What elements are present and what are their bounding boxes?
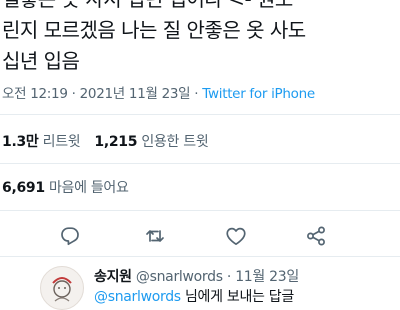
share-icon[interactable] bbox=[304, 224, 328, 248]
reply-tweet[interactable]: 송지원 @snarlwords · 11월 23일 @snarlwords 님에… bbox=[0, 262, 400, 310]
reply-icon[interactable] bbox=[58, 224, 82, 248]
reply-header: 송지원 @snarlwords · 11월 23일 bbox=[94, 266, 299, 286]
divider bbox=[0, 256, 400, 257]
tweet-time[interactable]: 오전 12:19 bbox=[2, 86, 68, 102]
retweet-icon[interactable] bbox=[143, 224, 167, 248]
divider bbox=[0, 114, 400, 115]
likes-stat[interactable]: 6,691 마음에 들어요 bbox=[2, 180, 129, 196]
tweet-text: 실좋은 옷 사서 십년 입어라 <- 원소 린지 모르겠음 나는 질 안좋은 옷… bbox=[0, 0, 400, 77]
meta-separator: · bbox=[71, 86, 76, 102]
divider bbox=[0, 163, 400, 164]
retweets-stat[interactable]: 1.3만 리트윗 bbox=[2, 134, 81, 150]
retweets-label: 리트윗 bbox=[42, 134, 81, 150]
quotes-count: 1,215 bbox=[94, 134, 138, 150]
likes-count: 6,691 bbox=[2, 180, 45, 196]
quotes-stat[interactable]: 1,215 인용한 트윗 bbox=[94, 134, 208, 150]
reply-date[interactable]: 11월 23일 bbox=[235, 269, 299, 285]
reply-separator: · bbox=[226, 269, 232, 285]
reply-author-name[interactable]: 송지원 bbox=[94, 269, 132, 285]
reply-mention[interactable]: @snarlwords bbox=[94, 289, 181, 305]
avatar[interactable] bbox=[40, 266, 84, 310]
tweet-meta: 오전 12:19 · 2021년 11월 23일 · Twitter for i… bbox=[2, 82, 315, 102]
retweets-count: 1.3만 bbox=[2, 134, 39, 150]
tweet-date[interactable]: 2021년 11월 23일 bbox=[80, 86, 191, 102]
meta-separator: · bbox=[194, 86, 199, 102]
likes-label: 마음에 들어요 bbox=[48, 180, 129, 196]
likes-row: 6,691 마음에 들어요 bbox=[2, 177, 129, 197]
reply-author-handle[interactable]: @snarlwords bbox=[136, 269, 223, 285]
divider bbox=[0, 210, 400, 211]
tweet-text-line: 십년 입음 bbox=[2, 49, 80, 73]
quotes-label: 인용한 트윗 bbox=[141, 134, 209, 150]
tweet-source[interactable]: Twitter for iPhone bbox=[202, 86, 315, 102]
action-bar bbox=[0, 224, 400, 248]
reply-context-text: 님에게 보내는 답글 bbox=[184, 289, 294, 305]
like-icon[interactable] bbox=[224, 224, 248, 248]
replying-to: @snarlwords 님에게 보내는 답글 bbox=[94, 286, 294, 306]
engagement-row: 1.3만 리트윗 1,215 인용한 트윗 bbox=[2, 131, 209, 151]
tweet-text-line: 실좋은 옷 사서 십년 입어라 <- 원소 bbox=[2, 0, 400, 15]
tweet-text-line: 린지 모르겠음 나는 질 안좋은 옷 사도 bbox=[2, 18, 306, 42]
